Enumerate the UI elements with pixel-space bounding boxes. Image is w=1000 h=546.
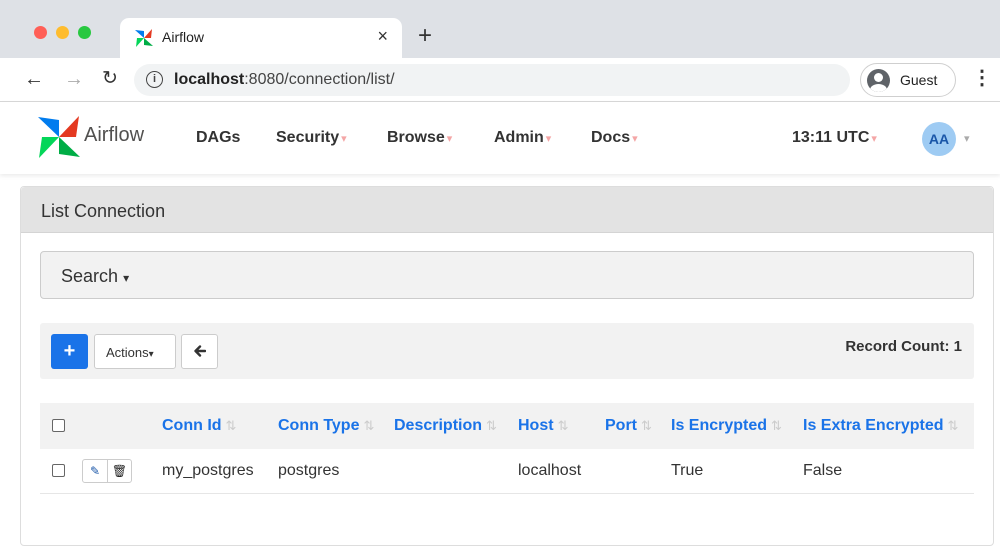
reload-icon[interactable]: ↻ (102, 68, 118, 90)
forward-arrow-icon[interactable]: → (64, 68, 84, 90)
list-connection-panel: List Connection Search ▾ + Actions▾ Reco… (20, 186, 994, 546)
cell-description (394, 449, 518, 493)
column-port[interactable]: Port ⇅ (605, 403, 671, 449)
record-count: Record Count: 1 (845, 338, 962, 355)
caret-down-icon: ▾ (341, 133, 347, 145)
cell-port (605, 449, 671, 493)
airflow-logo-icon[interactable] (36, 114, 82, 160)
panel-title: List Connection (21, 187, 993, 233)
profile-label: Guest (900, 72, 938, 88)
menu-security[interactable]: Security ▾ (276, 129, 347, 147)
select-all-checkbox[interactable] (52, 419, 65, 433)
address-bar[interactable]: i localhost:8080/connection/list/ (134, 64, 850, 96)
add-connection-button[interactable]: + (51, 334, 88, 369)
menu-dags[interactable]: DAGs (196, 129, 240, 147)
sort-icon: ⇅ (557, 418, 569, 433)
browser-menu-icon[interactable]: ⋮ (972, 67, 992, 89)
column-is-extra-encrypted[interactable]: Is Extra Encrypted ⇅ (803, 403, 974, 449)
table-row: ✎ 🗑 my_postgres postgres localhost True … (40, 449, 974, 493)
caret-down-icon: ▾ (871, 133, 877, 145)
close-tab-icon[interactable]: × (377, 26, 388, 47)
caret-down-icon: ▾ (545, 133, 552, 145)
sort-icon: ⇅ (225, 418, 237, 433)
sort-icon: ⇅ (771, 418, 782, 433)
back-button[interactable] (181, 334, 218, 369)
site-info-icon[interactable]: i (146, 71, 163, 88)
cell-conn-id: my_postgres (162, 461, 254, 479)
arrow-left-icon (193, 345, 206, 357)
window-controls (34, 26, 91, 39)
browser-toolbar: ← → ↻ i localhost:8080/connection/list/ … (0, 58, 1000, 102)
caret-down-icon: ▾ (446, 133, 453, 145)
cell-host: localhost (518, 461, 582, 479)
close-window-button[interactable] (34, 26, 47, 39)
airflow-navbar: Airflow DAGs Security ▾ Browse ▾ Admin ▾ Do… (0, 102, 1000, 174)
edit-icon[interactable]: ✎ (83, 460, 107, 482)
column-is-encrypted[interactable]: Is Encrypted ⇅ (671, 403, 803, 449)
sort-icon: ⇅ (363, 418, 375, 433)
search-toggle[interactable]: Search ▾ (40, 251, 974, 299)
menu-browse[interactable]: Browse ▾ (387, 129, 452, 147)
table-header-row: Conn Id ⇅ Conn Type ⇅ Description ⇅ Host ⇅ P… (40, 403, 974, 449)
column-conn-id[interactable]: Conn Id ⇅ (162, 403, 278, 449)
sort-icon: ⇅ (486, 418, 497, 433)
caret-down-icon: ▾ (123, 271, 130, 285)
actions-dropdown-button[interactable]: Actions▾ (94, 334, 176, 369)
trash-icon[interactable]: 🗑 (107, 459, 131, 482)
connections-table: Conn Id ⇅ Conn Type ⇅ Description ⇅ Host ⇅ P… (40, 403, 974, 494)
brand-name[interactable]: Airflow (84, 124, 144, 147)
browser-tab-bar: Airflow × + (0, 0, 1000, 58)
cell-conn-type: postgres (278, 461, 340, 479)
url-text[interactable]: localhost:8080/connection/list/ (174, 71, 395, 89)
column-conn-type[interactable]: Conn Type ⇅ (278, 403, 394, 449)
caret-down-icon: ▾ (632, 133, 638, 145)
user-avatar[interactable]: AA (922, 122, 956, 156)
airflow-favicon-icon (135, 29, 153, 47)
cell-is-extra-encrypted: False (803, 461, 843, 479)
row-checkbox[interactable] (52, 464, 65, 478)
maximize-window-button[interactable] (78, 26, 91, 39)
new-tab-button[interactable]: + (418, 24, 432, 48)
tab-title: Airflow (162, 29, 205, 45)
sort-icon: ⇅ (947, 418, 959, 433)
action-bar: + Actions▾ Record Count: 1 (40, 323, 974, 379)
cell-is-encrypted: True (671, 461, 704, 479)
utc-clock[interactable]: 13:11 UTC ▾ (792, 129, 877, 147)
column-description[interactable]: Description ⇅ (394, 403, 518, 449)
profile-avatar-icon (867, 69, 890, 92)
caret-down-icon: ▾ (148, 349, 154, 360)
menu-docs[interactable]: Docs ▾ (591, 129, 638, 147)
profile-button[interactable]: Guest (860, 63, 956, 97)
menu-admin[interactable]: Admin ▾ (494, 129, 551, 147)
column-host[interactable]: Host ⇅ (518, 403, 605, 449)
browser-tab[interactable]: Airflow × (120, 18, 402, 58)
search-label: Search ▾ (61, 266, 130, 286)
minimize-window-button[interactable] (56, 26, 69, 39)
row-actions: ✎ 🗑 (82, 458, 132, 483)
sort-icon: ⇅ (641, 418, 652, 433)
back-arrow-icon[interactable]: ← (24, 68, 44, 90)
user-menu-caret-icon[interactable]: ▾ (964, 132, 970, 145)
